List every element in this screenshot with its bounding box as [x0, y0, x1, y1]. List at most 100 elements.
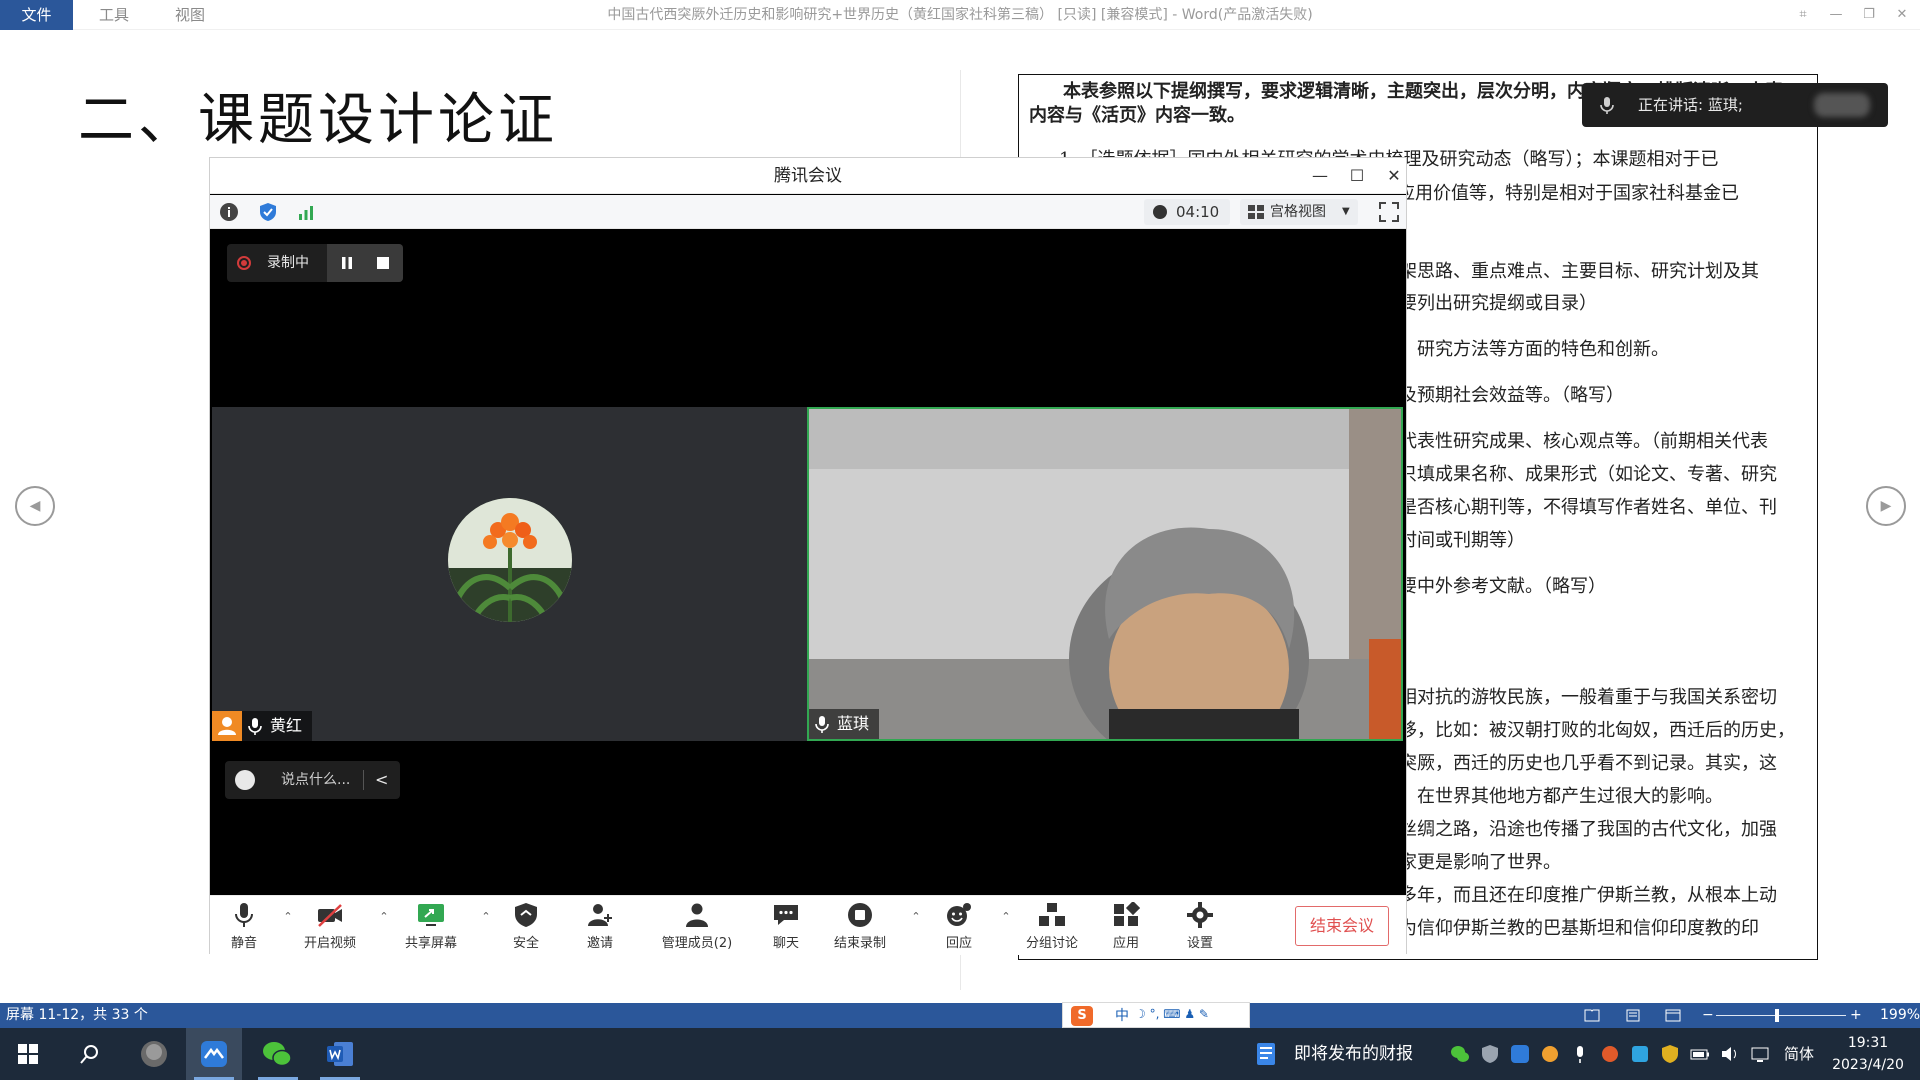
- stop-record-icon: [848, 903, 872, 927]
- recording-label: 录制中: [267, 255, 309, 271]
- record-options-caret-icon[interactable]: ⌃: [910, 910, 922, 924]
- security-shield-icon[interactable]: [258, 202, 278, 222]
- browser-icon: [141, 1041, 167, 1067]
- collapse-chevron-icon[interactable]: <: [375, 761, 388, 799]
- participant-tile[interactable]: 黄红: [212, 407, 807, 741]
- app-tray-icon[interactable]: [1540, 1044, 1560, 1064]
- doc-line: 移，比如：被汉朝打败的北匈奴，西迁后的历史，: [1399, 720, 1795, 741]
- battery-icon[interactable]: [1690, 1044, 1710, 1064]
- doc-line: 相对抗的游牧民族，一般着重于与我国关系密切: [1399, 687, 1777, 708]
- news-notification[interactable]: 即将发布的财报: [1294, 1028, 1413, 1080]
- web-layout-icon[interactable]: [1665, 1009, 1681, 1022]
- ime-toolbar[interactable]: S 中 ☽ °, ⌨ ♟ ✎: [1062, 1002, 1250, 1028]
- apps-button[interactable]: 应用: [1098, 896, 1154, 956]
- tab-view[interactable]: 视图: [164, 0, 216, 30]
- invite-button[interactable]: 邀请: [572, 896, 628, 956]
- timer-value: 04:10: [1176, 203, 1220, 221]
- zoom-slider[interactable]: [1716, 1015, 1846, 1016]
- taskbar-app-browser[interactable]: [126, 1028, 182, 1080]
- read-mode-icon[interactable]: [1584, 1009, 1600, 1022]
- network-icon[interactable]: [1750, 1044, 1770, 1064]
- chat-button[interactable]: 聊天: [758, 896, 814, 956]
- tencent-meeting-tray-icon[interactable]: [1510, 1044, 1530, 1064]
- zoom-slider-knob[interactable]: [1775, 1009, 1779, 1022]
- wechat-tray-icon[interactable]: [1450, 1044, 1470, 1064]
- doc-line: 内容与《活页》内容一致。: [1029, 105, 1245, 126]
- stop-recording-icon[interactable]: [375, 255, 391, 271]
- share-options-caret-icon[interactable]: ⌃: [480, 910, 492, 924]
- participant-tile[interactable]: 蓝琪: [807, 407, 1403, 741]
- stop-recording-button[interactable]: 结束录制: [816, 896, 904, 956]
- taskbar-app-word[interactable]: [312, 1028, 368, 1080]
- meeting-maximize-icon[interactable]: ☐: [1345, 164, 1369, 188]
- reaction-options-caret-icon[interactable]: ⌃: [1000, 910, 1012, 924]
- start-video-button[interactable]: 开启视频: [288, 896, 372, 956]
- fullscreen-icon[interactable]: [1378, 201, 1400, 223]
- next-page-button[interactable]: ▶: [1866, 486, 1906, 526]
- start-video-label: 开启视频: [303, 936, 356, 951]
- meeting-close-icon[interactable]: ✕: [1382, 164, 1406, 188]
- end-meeting-button[interactable]: 结束会议: [1295, 906, 1389, 946]
- input-language[interactable]: 简体: [1784, 1028, 1814, 1080]
- settings-button[interactable]: 设置: [1172, 896, 1228, 956]
- meeting-timer[interactable]: 04:10: [1144, 199, 1230, 225]
- sogou-ime-icon[interactable]: S: [1071, 1006, 1093, 1026]
- security-button[interactable]: 安全: [498, 896, 554, 956]
- meeting-controls: 静音 ⌃ 开启视频 ⌃ 共享屏幕 ⌃ 安全 邀请 管理成员(2) 聊天 结束录制…: [210, 895, 1406, 955]
- zoom-out-icon[interactable]: −: [1702, 1003, 1714, 1028]
- print-layout-icon[interactable]: [1626, 1009, 1640, 1022]
- screen: 文件 工具 视图 中国古代西突厥外迁历史和影响研究+世界历史（黄红国家社科第三稿…: [0, 0, 1920, 1080]
- wechat-icon: [263, 1042, 292, 1067]
- speaking-notice: 正在讲话: 蓝琪;: [1582, 83, 1888, 127]
- taskbar-app-wechat[interactable]: [250, 1028, 306, 1080]
- zoom-in-icon[interactable]: +: [1850, 1003, 1862, 1028]
- close-icon[interactable]: ✕: [1892, 5, 1912, 25]
- chat-placeholder[interactable]: 说点什么...: [281, 761, 350, 799]
- tab-tools[interactable]: 工具: [88, 0, 140, 30]
- camera-off-icon: [318, 904, 342, 927]
- view-mode-button[interactable]: 宫格视图 ▼: [1240, 199, 1358, 225]
- meeting-minimize-icon[interactable]: —: [1308, 164, 1332, 188]
- doc-line: 架思路、重点难点、主要目标、研究计划及其: [1399, 261, 1759, 282]
- taskbar: 即将发布的财报 简体 19:31 2023/4/20: [0, 1028, 1920, 1080]
- zoom-level[interactable]: 199%: [1880, 1003, 1920, 1028]
- participant-name: 黄红: [270, 716, 303, 735]
- system-clock[interactable]: 19:31 2023/4/20: [1820, 1032, 1916, 1076]
- news-icon[interactable]: [1256, 1042, 1276, 1066]
- shield-tray-icon[interactable]: [1660, 1044, 1680, 1064]
- pause-recording-icon[interactable]: [339, 255, 355, 271]
- app-tray-icon[interactable]: [1600, 1044, 1620, 1064]
- info-icon[interactable]: [219, 202, 239, 222]
- search-icon[interactable]: [80, 1044, 100, 1064]
- tab-file[interactable]: 文件: [0, 0, 73, 30]
- signal-icon[interactable]: [296, 202, 316, 222]
- minimize-icon[interactable]: —: [1826, 5, 1846, 25]
- microphone-tray-icon[interactable]: [1570, 1044, 1590, 1064]
- clock-icon: [1153, 205, 1167, 219]
- taskbar-app-tencent-meeting[interactable]: [186, 1028, 242, 1080]
- ime-options[interactable]: ☽ °, ⌨ ♟ ✎: [1135, 1007, 1209, 1021]
- share-screen-label: 共享屏幕: [404, 936, 457, 951]
- page-heading: 二、课题设计论证: [78, 88, 558, 153]
- mute-label: 静音: [230, 936, 257, 951]
- emoji-icon[interactable]: [235, 770, 255, 790]
- host-badge-icon: [212, 711, 242, 741]
- share-screen-button[interactable]: 共享屏幕: [386, 896, 476, 956]
- windows-start-icon[interactable]: [18, 1044, 38, 1064]
- previous-page-button[interactable]: ◀: [15, 486, 55, 526]
- volume-icon[interactable]: [1720, 1044, 1740, 1064]
- breakout-rooms-button[interactable]: 分组讨论: [1012, 896, 1092, 956]
- manage-members-button[interactable]: 管理成员(2): [642, 896, 752, 956]
- reaction-icon: [947, 903, 971, 926]
- reaction-button[interactable]: 回应: [924, 896, 994, 956]
- restore-icon[interactable]: ❐: [1859, 5, 1879, 25]
- ime-language[interactable]: 中: [1115, 1005, 1129, 1025]
- settings-label: 设置: [1186, 936, 1213, 951]
- manage-members-label: 管理成员(2): [661, 936, 733, 951]
- mute-button[interactable]: 静音: [212, 896, 276, 956]
- security-tray-icon[interactable]: [1480, 1044, 1500, 1064]
- chat-input-bar[interactable]: 说点什么... <: [225, 761, 400, 799]
- focus-mode-icon[interactable]: ⌗: [1793, 5, 1813, 25]
- participant-nametag: 蓝琪: [809, 709, 879, 739]
- app-tray-icon[interactable]: [1630, 1044, 1650, 1064]
